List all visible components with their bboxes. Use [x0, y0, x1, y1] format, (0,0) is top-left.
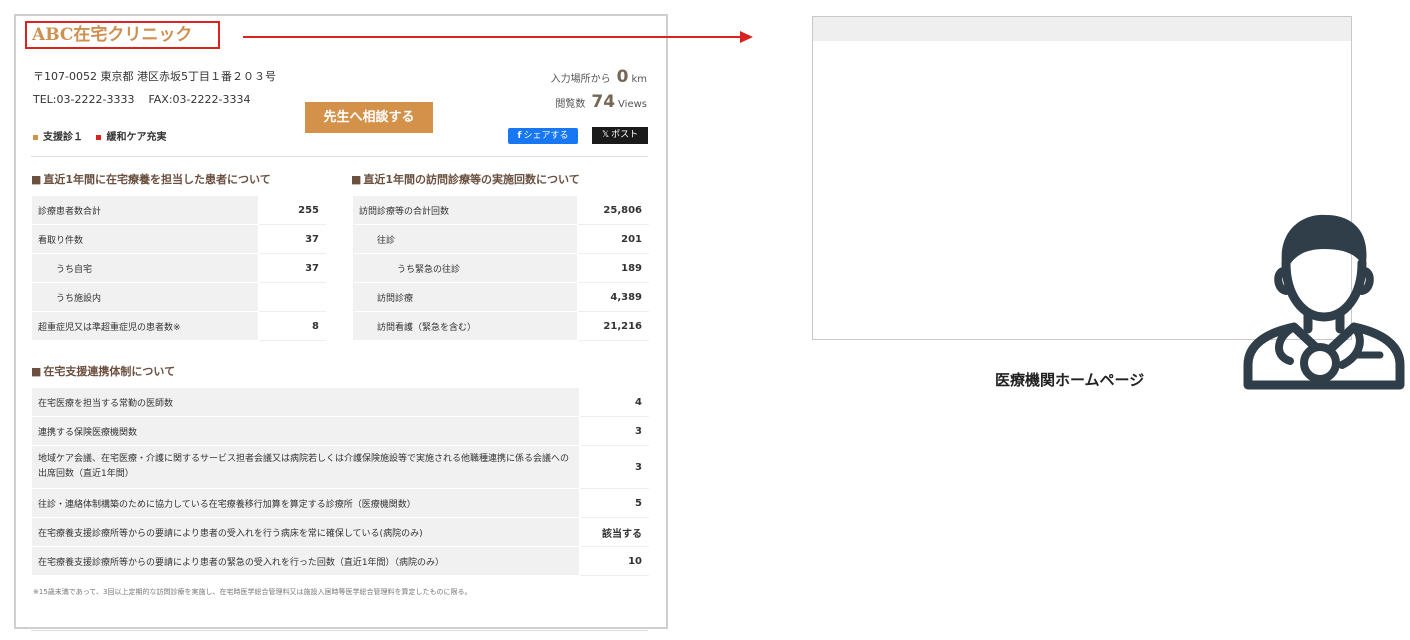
distance-label: 入力場所から — [550, 74, 611, 85]
row-label: うち自宅 — [31, 253, 259, 283]
table-row: 往診 201 — [352, 224, 649, 254]
table-row: 超重症児又は準超重症児の患者数※ 8 — [31, 311, 326, 341]
tag-palliative: 緩和ケア充実 — [96, 132, 166, 143]
row-label: 往診・連絡体制構築のために協力している在宅療養移行加算を算定する診療所（医療機関… — [31, 488, 580, 518]
views-label: 閲覧数 — [555, 99, 586, 110]
tag-support-label: 支援診１ — [43, 132, 83, 143]
row-value — [258, 282, 326, 312]
section-square-icon: ■ — [31, 365, 42, 378]
homepage-browser-bar — [813, 17, 1351, 41]
table-row: 訪問診療等の合計回数 25,806 — [352, 195, 649, 225]
support-section-title: ■ 在宅支援連携体制について — [31, 363, 175, 379]
section-square-icon: ■ — [31, 173, 42, 186]
section-square-icon: ■ — [351, 173, 362, 186]
x-logo-icon: 𝕏 — [601, 130, 610, 140]
x-post-label: ポスト — [611, 130, 639, 140]
clinic-contact: TEL:03-2222-3333 FAX:03-2222-3334 — [33, 93, 250, 106]
footnote: ※15歳未満であって、3回以上定期的な訪問診療を実施し、在宅時医学総合管理料又は… — [33, 588, 472, 596]
row-value: 該当する — [579, 517, 649, 547]
table-row: 在宅療養支援診療所等からの要請により患者の受入れを行う病床を常に確保している(病… — [31, 517, 649, 547]
row-label: うち緊急の往診 — [352, 253, 578, 283]
row-label: 訪問看護（緊急を含む） — [352, 311, 578, 341]
visits-table: 訪問診療等の合計回数 25,806 往診 201 うち緊急の往診 189 訪問診療 4,… — [352, 195, 649, 341]
consult-doctor-button[interactable]: 先生へ相談する — [305, 102, 433, 133]
support-table: 在宅医療を担当する常勤の医師数 4 連携する保険医療機関数 3 地域ケア会議、在宅医… — [31, 387, 649, 576]
table-row: 診療患者数合計 255 — [31, 195, 326, 225]
header-divider — [31, 156, 648, 157]
x-post-button[interactable]: 𝕏 ポスト — [592, 127, 648, 144]
distance-value: 0 — [616, 67, 629, 87]
arrow-head-icon — [740, 31, 753, 43]
facebook-share-label: シェアする — [523, 131, 569, 141]
views-value: 74 — [591, 92, 616, 112]
visits-section-title: ■ 直近1年間の訪問診療等の実施回数について — [351, 171, 580, 187]
table-row: 訪問看護（緊急を含む） 21,216 — [352, 311, 649, 341]
row-label: 連携する保険医療機関数 — [31, 416, 580, 446]
row-value: 4,389 — [577, 282, 649, 312]
views-unit: Views — [618, 99, 647, 110]
support-section-title-text: 在宅支援連携体制について — [43, 365, 176, 378]
distance-info: 入力場所から 0 km — [551, 67, 647, 87]
tag-palliative-label: 緩和ケア充実 — [106, 132, 167, 143]
row-label: 地域ケア会議、在宅医療・介護に関するサービス担者会議又は病院若しくは介護保険施設… — [31, 445, 580, 489]
table-row: うち自宅 37 — [31, 253, 326, 283]
row-value: 10 — [579, 546, 649, 576]
views-info: 閲覧数 74 Views — [555, 92, 647, 112]
table-row: 在宅療養支援診療所等からの要請により患者の緊急の受入れを行った回数（直近1年間）… — [31, 546, 649, 576]
tag-palliative-marker — [96, 134, 102, 140]
row-value: 37 — [258, 224, 326, 254]
table-row: 看取り件数 37 — [31, 224, 326, 254]
row-label: 診療患者数合計 — [31, 195, 259, 225]
tel-label: TEL: — [33, 93, 57, 106]
row-value: 3 — [579, 445, 649, 489]
table-row: 在宅医療を担当する常勤の医師数 4 — [31, 387, 649, 417]
visits-section-title-text: 直近1年間の訪問診療等の実施回数について — [363, 173, 580, 186]
table-row: 訪問診療 4,389 — [352, 282, 649, 312]
link-arrow-line — [243, 36, 743, 38]
row-label: 在宅療養支援診療所等からの要請により患者の緊急の受入れを行った回数（直近1年間）… — [31, 546, 580, 576]
fax-number: 03-2222-3334 — [172, 93, 251, 106]
tag-support-marker — [33, 134, 38, 140]
row-label: うち施設内 — [31, 282, 259, 312]
clinic-name[interactable]: ABC在宅クリニック — [25, 21, 220, 49]
row-value: 37 — [258, 253, 326, 283]
tel-number[interactable]: 03-2222-3333 — [57, 93, 135, 106]
row-value: 25,806 — [577, 195, 649, 225]
bottom-divider — [31, 630, 648, 631]
table-row: 往診・連絡体制構築のために協力している在宅療養移行加算を算定する診療所（医療機関… — [31, 488, 649, 518]
clinic-tags: 支援診１ 緩和ケア充実 — [33, 128, 176, 143]
row-value: 21,216 — [577, 311, 649, 341]
facebook-share-button[interactable]: f シェアする — [508, 128, 578, 144]
row-label: 看取り件数 — [31, 224, 259, 254]
table-row: 地域ケア会議、在宅医療・介護に関するサービス担者会議又は病院若しくは介護保険施設… — [31, 445, 649, 489]
table-row: 連携する保険医療機関数 3 — [31, 416, 649, 446]
table-row: うち施設内 — [31, 282, 326, 312]
row-label: 訪問診療 — [352, 282, 578, 312]
row-value: 201 — [577, 224, 649, 254]
row-label: 在宅医療を担当する常勤の医師数 — [31, 387, 580, 417]
row-value: 189 — [577, 253, 649, 283]
table-row: うち緊急の往診 189 — [352, 253, 649, 283]
row-value: 3 — [579, 416, 649, 446]
facebook-icon: f — [517, 131, 522, 141]
row-label: 訪問診療等の合計回数 — [352, 195, 578, 225]
patients-section-title-text: 直近1年間に在宅療養を担当した患者について — [43, 173, 271, 186]
distance-unit: km — [631, 74, 647, 85]
clinic-card: ABC在宅クリニック 〒107-0052 東京都 港区赤坂5丁目１番２０３号 T… — [14, 14, 668, 631]
row-label: 在宅療養支援診療所等からの要請により患者の受入れを行う病床を常に確保している(病… — [31, 517, 580, 547]
row-label: 往診 — [352, 224, 578, 254]
tag-support: 支援診１ — [33, 132, 83, 143]
doctor-with-stethoscope-icon — [1243, 214, 1405, 390]
row-value: 8 — [258, 311, 326, 341]
patients-table: 診療患者数合計 255 看取り件数 37 うち自宅 37 うち施設内 超重症児又は準超… — [31, 195, 326, 341]
row-value: 5 — [579, 488, 649, 518]
clinic-address: 〒107-0052 東京都 港区赤坂5丁目１番２０３号 — [33, 70, 276, 83]
fax-label: FAX: — [148, 93, 173, 106]
homepage-label: 医療機関ホームページ — [995, 371, 1145, 389]
row-label: 超重症児又は準超重症児の患者数※ — [31, 311, 259, 341]
row-value: 4 — [579, 387, 649, 417]
row-value: 255 — [258, 195, 326, 225]
patients-section-title: ■ 直近1年間に在宅療養を担当した患者について — [31, 171, 271, 187]
